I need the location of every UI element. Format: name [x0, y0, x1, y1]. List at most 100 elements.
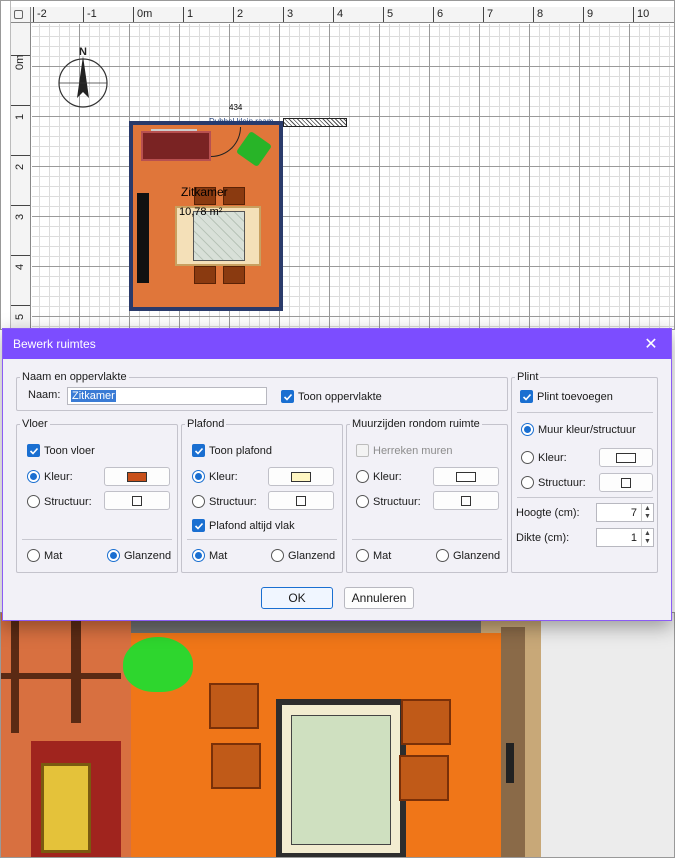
ruler-label: 3 — [287, 8, 294, 20]
walls-texture-label: Structuur: — [373, 495, 421, 508]
show-floor-checkbox[interactable]: Toon vloer — [27, 444, 95, 457]
spinner-arrows-icon[interactable]: ▲ ▼ — [641, 529, 653, 546]
dining-chair[interactable] — [194, 266, 216, 284]
name-label: Naam: — [28, 389, 61, 401]
walls-glossy-label: Glanzend — [453, 549, 501, 562]
ceiling-mat-radio[interactable]: Mat — [192, 549, 227, 562]
show-area-label: Toon oppervlakte — [298, 390, 382, 403]
compass-icon[interactable]: N — [56, 46, 110, 110]
ruler-label: 8 — [537, 8, 544, 20]
floor-color-radio[interactable]: Kleur: — [27, 470, 73, 483]
spinner-arrows-icon[interactable]: ▲ ▼ — [641, 504, 653, 521]
walls-texture-button[interactable] — [433, 491, 499, 510]
radio-selected-icon — [192, 470, 205, 483]
checkbox-checked-icon — [192, 444, 205, 457]
name-input[interactable]: Zitkamer — [67, 387, 267, 405]
close-icon[interactable]: ✕ — [641, 334, 661, 354]
checkbox-checked-icon — [281, 390, 294, 403]
ruler-label: 2 — [237, 8, 244, 20]
ceiling-mat-label: Mat — [209, 549, 228, 562]
baseboard-height-value: 7 — [630, 506, 637, 519]
floor-texture-radio[interactable]: Structuur: — [27, 495, 92, 508]
floor-glossy-label: Glanzend — [124, 549, 172, 562]
plan-left-edge — [1, 1, 11, 329]
baseboard-color-button[interactable] — [599, 448, 653, 467]
3d-chair — [399, 755, 449, 801]
separator — [22, 539, 172, 540]
ruler-label: 1 — [187, 8, 194, 20]
bed-furniture[interactable] — [141, 131, 211, 161]
edit-rooms-dialog: Bewerk ruimtes ✕ Naam en oppervlakte Naa… — [2, 328, 672, 621]
ceiling-color-label: Kleur: — [209, 470, 238, 483]
ruler-tick: 7 — [483, 7, 493, 22]
walls-mat-radio[interactable]: Mat — [356, 549, 391, 562]
baseboard-thickness-spinner[interactable]: 1 ▲ ▼ — [596, 528, 654, 547]
3d-chair — [211, 743, 261, 789]
radio-icon — [436, 549, 449, 562]
add-baseboard-checkbox[interactable]: Plint toevoegen — [520, 390, 613, 403]
ceiling-texture-radio[interactable]: Structuur: — [192, 495, 257, 508]
floor-texture-label: Structuur: — [44, 495, 92, 508]
ruler-label: 10 — [637, 8, 650, 20]
show-area-checkbox[interactable]: Toon oppervlakte — [281, 390, 382, 403]
ruler-label: 4 — [14, 263, 26, 270]
walls-glossy-radio[interactable]: Glanzend — [436, 549, 500, 562]
radio-icon — [271, 549, 284, 562]
walls-color-radio[interactable]: Kleur: — [356, 470, 402, 483]
dimension-label: 434 — [229, 103, 243, 112]
ruler-label: 3 — [14, 213, 26, 220]
ceiling-flat-checkbox[interactable]: Plafond altijd vlak — [192, 519, 295, 532]
tv-cabinet[interactable] — [137, 193, 149, 283]
walls-texture-radio[interactable]: Structuur: — [356, 495, 421, 508]
room-name-label[interactable]: Zitkamer — [181, 185, 228, 199]
cancel-button[interactable]: Annuleren — [344, 587, 414, 609]
ruler-corner — [11, 7, 31, 23]
ruler-tick: 8 — [533, 7, 543, 22]
separator — [517, 497, 653, 498]
ceiling-flat-label: Plafond altijd vlak — [209, 519, 295, 532]
floor-color-button[interactable] — [104, 467, 170, 486]
floor-mat-label: Mat — [44, 549, 63, 562]
texture-swatch — [621, 477, 631, 488]
dialog-titlebar[interactable]: Bewerk ruimtes ✕ — [3, 329, 671, 359]
dining-chair[interactable] — [223, 266, 245, 284]
baseboard-color-radio[interactable]: Kleur: — [521, 451, 567, 464]
ok-button[interactable]: OK — [261, 587, 333, 609]
baseboard-wall-color-radio[interactable]: Muur kleur/structuur — [521, 423, 636, 436]
app-window: -2 -1 0m 1 2 3 4 5 6 7 8 9 10 0m 1 2 3 4… — [0, 0, 675, 858]
ceiling-color-button[interactable] — [268, 467, 334, 486]
floor-color-label: Kleur: — [44, 470, 73, 483]
radio-icon — [521, 476, 534, 489]
checkbox-checked-icon — [27, 444, 40, 457]
3d-chair — [209, 683, 259, 729]
ceiling-color-radio[interactable]: Kleur: — [192, 470, 238, 483]
baseboard-texture-radio[interactable]: Structuur: — [521, 476, 586, 489]
compass-north-letter: N — [79, 46, 87, 58]
plan-view[interactable]: -2 -1 0m 1 2 3 4 5 6 7 8 9 10 0m 1 2 3 4… — [0, 0, 675, 330]
radio-selected-icon — [521, 423, 534, 436]
rug-pattern — [193, 211, 245, 261]
floor-mat-radio[interactable]: Mat — [27, 549, 62, 562]
recalc-walls-label: Herreken muren — [373, 444, 453, 457]
ruler-label: -1 — [87, 8, 97, 20]
ceiling-glossy-radio[interactable]: Glanzend — [271, 549, 335, 562]
floor-glossy-radio[interactable]: Glanzend — [107, 549, 171, 562]
floor-texture-button[interactable] — [104, 491, 170, 510]
recalc-walls-checkbox[interactable]: Herreken muren — [356, 444, 452, 457]
floor-color-swatch — [127, 471, 147, 482]
3d-green-chair — [123, 637, 193, 692]
radio-icon — [192, 495, 205, 508]
3d-view[interactable] — [0, 612, 675, 858]
ruler-label: 0m — [137, 8, 153, 20]
show-ceiling-checkbox[interactable]: Toon plafond — [192, 444, 272, 457]
ruler-label: 5 — [14, 313, 26, 320]
baseboard-texture-button[interactable] — [599, 473, 653, 492]
baseboard-height-spinner[interactable]: 7 ▲ ▼ — [596, 503, 654, 522]
room-area-label[interactable]: 10,78 m² — [179, 206, 222, 218]
ceiling-texture-button[interactable] — [268, 491, 334, 510]
wall-segment[interactable] — [283, 118, 347, 127]
add-baseboard-label: Plint toevoegen — [537, 390, 613, 403]
walls-color-button[interactable] — [433, 467, 499, 486]
separator — [352, 539, 502, 540]
texture-swatch — [296, 495, 306, 506]
